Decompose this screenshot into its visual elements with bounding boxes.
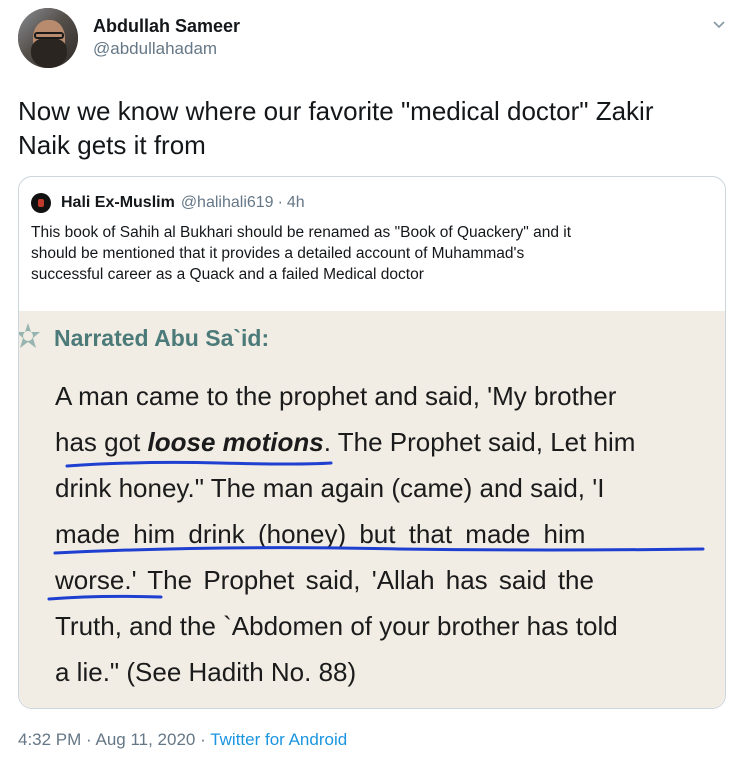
quoted-text-line: should be mentioned that it provides a d…: [31, 245, 525, 262]
quoted-text: This book of Sahih al Bukhari should be …: [31, 222, 711, 285]
author-handle[interactable]: @abdullahadam: [93, 39, 217, 59]
underline-loose-motions: [65, 460, 333, 468]
author-avatar[interactable]: [18, 8, 78, 68]
footer-separator: ·: [81, 730, 96, 749]
quoted-timestamp[interactable]: 4h: [287, 194, 305, 212]
tweet-text: Now we know where our favorite "medical …: [18, 94, 728, 162]
underline-made-him-drink: [53, 546, 705, 555]
quoted-text-line: This book of Sahih al Bukhari should be …: [31, 224, 572, 241]
quoted-avatar[interactable]: [31, 193, 51, 213]
quoted-image[interactable]: Narrated Abu Sa`id: A man came to the pr…: [19, 311, 725, 708]
tweet-source-link[interactable]: Twitter for Android: [210, 730, 347, 749]
avatar-beard: [31, 38, 67, 68]
quoted-author-handle[interactable]: @halihali619: [181, 194, 274, 212]
quoted-tweet[interactable]: Hali Ex-Muslim @halihali619 · 4h This bo…: [18, 176, 726, 709]
quoted-text-line: successful career as a Quack and a faile…: [31, 266, 424, 283]
chevron-down-icon[interactable]: [711, 16, 727, 32]
tweet-time[interactable]: 4:32 PM: [18, 730, 81, 749]
ink-underlines: [47, 460, 705, 601]
author-name[interactable]: Abdullah Sameer: [93, 16, 240, 37]
tweet-date[interactable]: Aug 11, 2020: [95, 730, 195, 749]
tweet-header: Abdullah Sameer @abdullahadam: [18, 8, 733, 78]
quoted-author-name[interactable]: Hali Ex-Muslim: [61, 194, 175, 212]
quoted-header: Hali Ex-Muslim @halihali619 · 4h: [31, 192, 305, 214]
footer-separator: ·: [195, 730, 211, 749]
quoted-separator: ·: [277, 194, 283, 211]
tweet-footer: 4:32 PM · Aug 11, 2020 · Twitter for And…: [18, 730, 347, 750]
tweet-text-line: Now we know where our favorite "medical …: [18, 96, 654, 126]
tweet-text-line: Naik gets it from: [18, 130, 206, 160]
avatar-glasses: [34, 32, 64, 39]
underline-worse: [47, 594, 163, 601]
